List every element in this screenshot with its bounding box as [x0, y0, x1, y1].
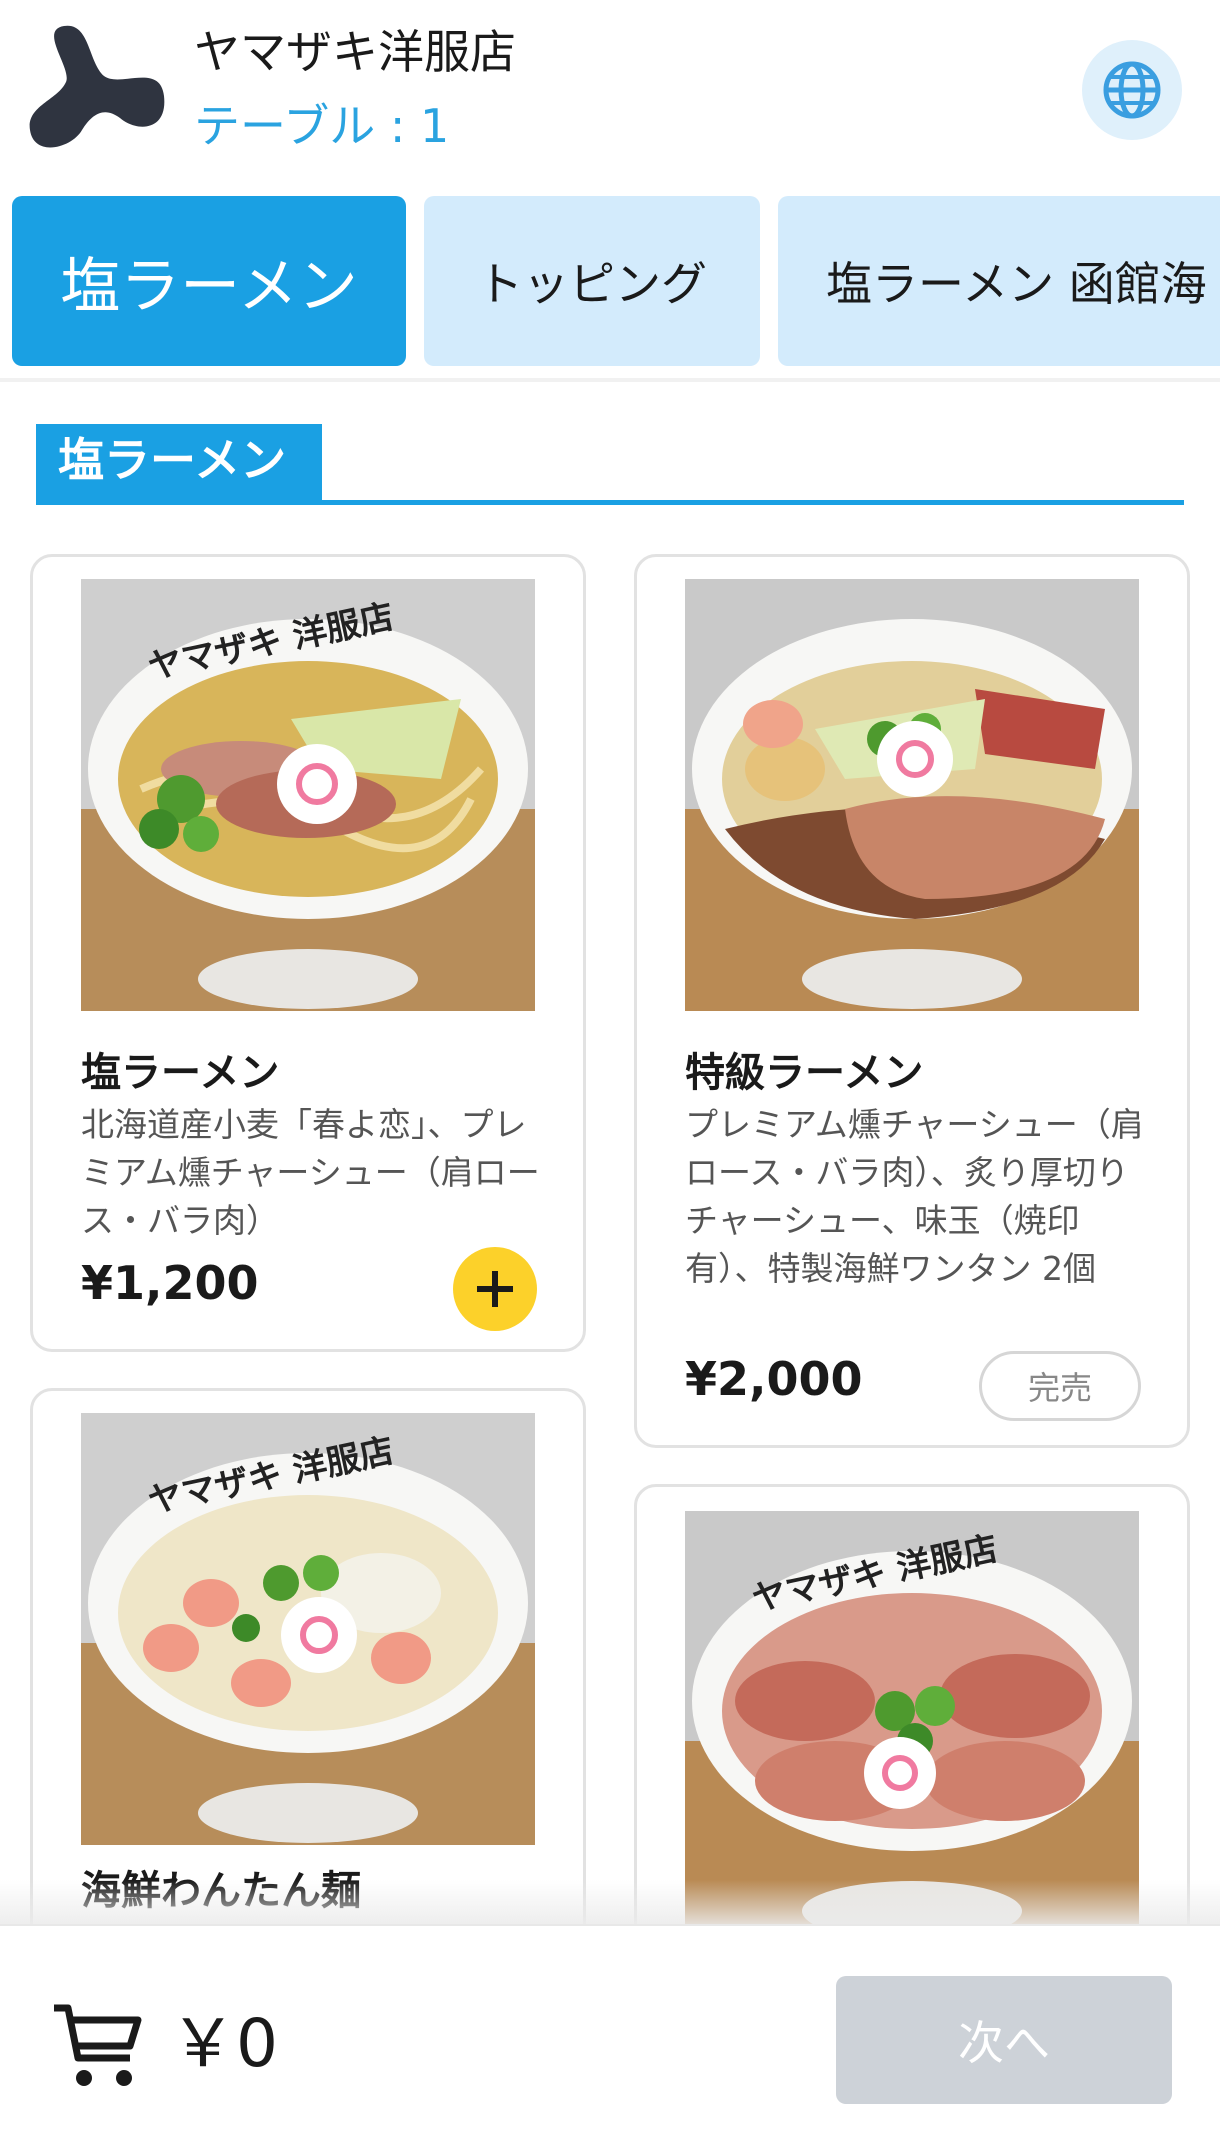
add-to-cart-button[interactable]: [453, 1247, 537, 1331]
scroll-fade: [0, 1880, 1220, 1926]
ramen-photo: [685, 579, 1139, 1011]
globe-icon: [1103, 61, 1161, 119]
tab-toppings[interactable]: トッピング: [424, 196, 760, 366]
ramen-photo: ヤマザキ 洋服店: [685, 1511, 1139, 1931]
sold-out-badge: 完売: [979, 1351, 1141, 1421]
item-description: 北海道産小麦「春よ恋」、プレミアム燻チャーシュー（肩ロース・バラ肉）: [81, 1105, 540, 1240]
tab-shio-ramen[interactable]: 塩ラーメン: [12, 196, 406, 366]
ramen-photo: ヤマザキ 洋服店: [81, 1413, 535, 1845]
item-price: ¥2,000: [685, 1352, 863, 1406]
header: ヤマザキ洋服店 テーブル : 1: [0, 0, 1220, 180]
language-button[interactable]: [1082, 40, 1182, 140]
category-tabs: 塩ラーメン トッピング 塩ラーメン 函館海: [0, 196, 1220, 368]
menu-item-card[interactable]: ヤマザキ 洋服店 海鮮わんたん麺: [30, 1388, 586, 1948]
plus-icon: [477, 1271, 513, 1307]
tabs-divider: [0, 378, 1220, 382]
section-title: 塩ラーメン: [36, 424, 322, 504]
next-button[interactable]: 次へ: [836, 1976, 1172, 2104]
shop-name: ヤマザキ洋服店: [194, 25, 516, 79]
item-name: 特級ラーメン: [685, 1050, 924, 1096]
table-number: テーブル : 1: [194, 99, 450, 153]
item-name: 塩ラーメン: [81, 1050, 280, 1096]
item-description: プレミアム燻チャーシュー（肩ロース・バラ肉）、炙り厚切りチャーシュー、味玉（焼印…: [685, 1105, 1144, 1288]
menu-item-card[interactable]: 特級ラーメン プレミアム燻チャーシュー（肩ロース・バラ肉）、炙り厚切りチャーシュ…: [634, 554, 1190, 1448]
section-underline: [36, 500, 1184, 505]
section-heading: 塩ラーメン: [36, 424, 1184, 508]
shop-logo: [29, 25, 165, 148]
ramen-photo: ヤマザキ 洋服店: [81, 579, 535, 1011]
menu-item-card[interactable]: ヤマザキ 洋服店 塩ラーメン 北海道産小麦「春よ恋」、プレミアム燻チャーシュー（…: [30, 554, 586, 1352]
cart-bar: ￥0 次へ: [0, 1924, 1220, 2152]
item-price: ¥1,200: [81, 1256, 259, 1310]
tab-shio-ramen-hakodate[interactable]: 塩ラーメン 函館海: [778, 196, 1220, 366]
cart-icon[interactable]: [50, 2000, 144, 2090]
cart-total: ￥0: [170, 2005, 278, 2082]
